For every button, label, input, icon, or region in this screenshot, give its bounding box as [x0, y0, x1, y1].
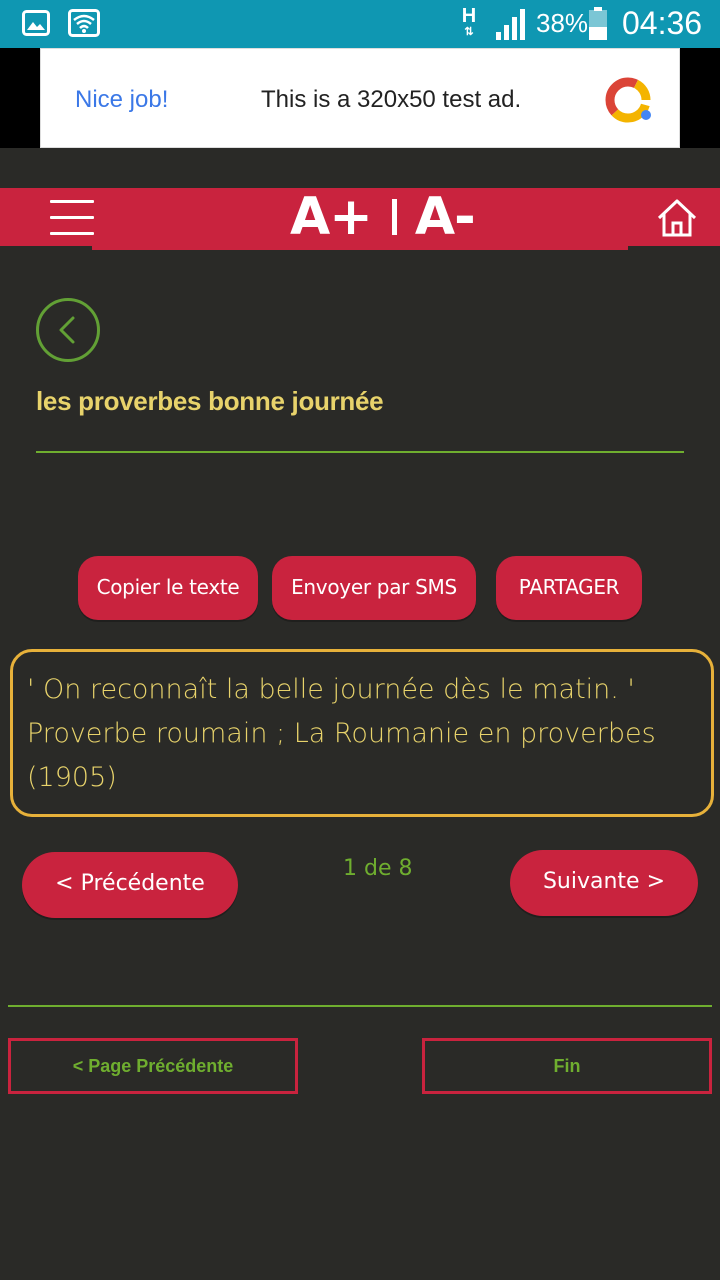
previous-page-button[interactable]: < Page Précédente — [8, 1038, 298, 1094]
gallery-icon — [22, 10, 50, 36]
ad-text: This is a 320x50 test ad. — [261, 86, 522, 113]
battery-percent: 38% — [536, 8, 589, 38]
clock: 04:36 — [622, 5, 703, 41]
next-quote-button[interactable]: Suivante > — [510, 850, 698, 916]
share-button[interactable]: PARTAGER — [496, 556, 642, 620]
end-button[interactable]: Fin — [422, 1038, 712, 1094]
font-controls-divider — [391, 199, 397, 235]
page-counter: 1 de 8 — [343, 856, 413, 881]
back-button[interactable] — [36, 298, 100, 362]
divider — [36, 451, 684, 453]
wifi-icon — [68, 9, 100, 37]
ad-logo-icon — [605, 77, 651, 123]
ad-container: Nice job! This is a 320x50 test ad. — [0, 48, 720, 148]
quote-text: ' On reconnaît la belle journée dès le m… — [27, 674, 656, 793]
font-size-controls: A+ A- — [290, 187, 476, 247]
ad-nice-label: Nice job! — [75, 86, 169, 113]
font-decrease-button[interactable]: A- — [415, 187, 476, 247]
page-title: les proverbes bonne journée — [36, 386, 384, 416]
previous-quote-button[interactable]: < Précédente — [22, 852, 238, 918]
network-type: H ⇅ — [461, 5, 477, 38]
quote-box: ' On reconnaît la belle journée dès le m… — [10, 649, 714, 817]
chevron-left-icon — [59, 316, 75, 344]
test-ad-banner[interactable]: Nice job! This is a 320x50 test ad. — [40, 48, 680, 148]
app-header: A+ A- — [0, 187, 720, 247]
divider — [8, 1005, 712, 1007]
copy-text-button[interactable]: Copier le texte — [78, 556, 258, 620]
send-sms-button[interactable]: Envoyer par SMS — [272, 556, 476, 620]
battery-icon — [589, 7, 607, 40]
signal-icon — [496, 9, 525, 40]
status-bar: H ⇅ 38% 04:36 — [0, 0, 720, 48]
menu-icon[interactable] — [50, 200, 94, 236]
home-icon[interactable] — [656, 198, 698, 238]
header-underline — [92, 246, 628, 250]
font-increase-button[interactable]: A+ — [290, 187, 373, 247]
